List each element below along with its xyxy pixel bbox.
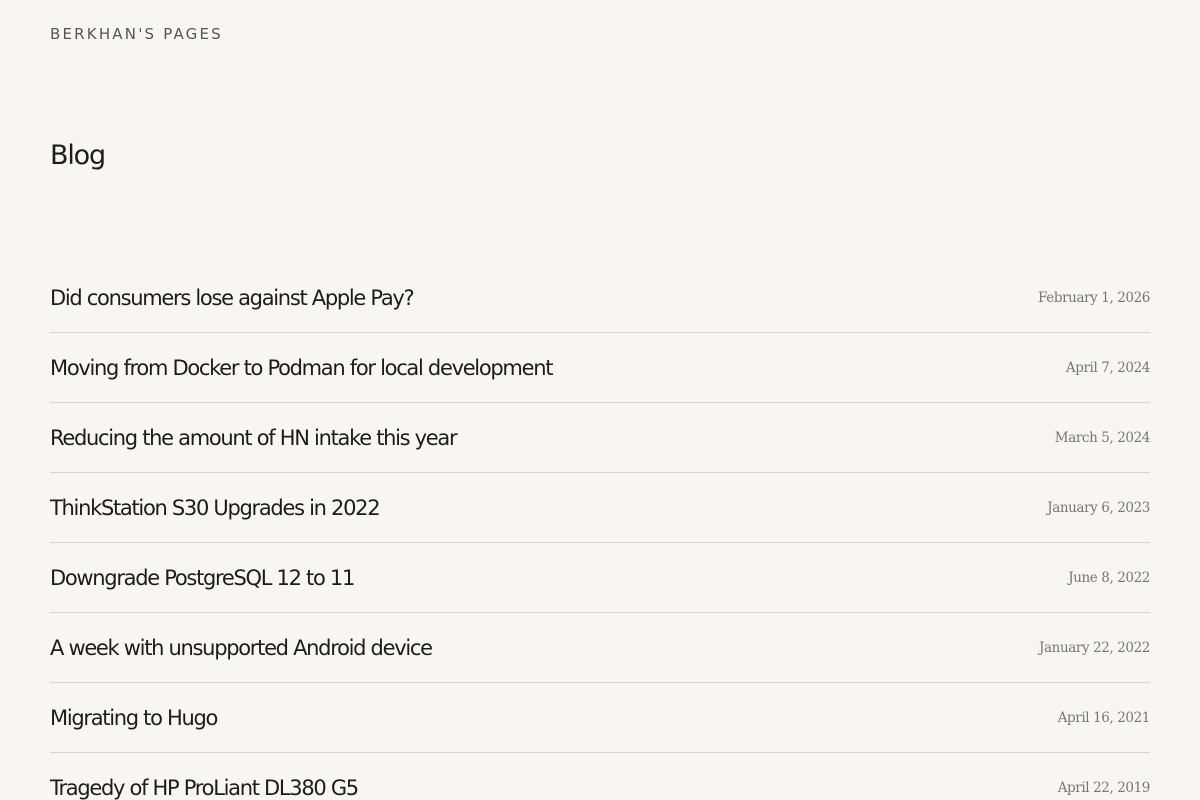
post-row[interactable]: ThinkStation S30 Upgrades in 2022 Januar… bbox=[50, 473, 1150, 543]
post-date: April 22, 2019 bbox=[1057, 779, 1151, 796]
post-date: June 8, 2022 bbox=[1068, 569, 1150, 586]
post-title-link[interactable]: Moving from Docker to Podman for local d… bbox=[50, 356, 553, 380]
post-title-link[interactable]: Downgrade PostgreSQL 12 to 11 bbox=[50, 566, 355, 590]
post-title-link[interactable]: Did consumers lose against Apple Pay? bbox=[50, 286, 415, 310]
post-title-link[interactable]: ThinkStation S30 Upgrades in 2022 bbox=[50, 496, 381, 520]
post-row[interactable]: Tragedy of HP ProLiant DL380 G5 April 22… bbox=[50, 753, 1150, 800]
page-title: Blog bbox=[50, 140, 106, 171]
post-date: January 6, 2023 bbox=[1047, 499, 1150, 516]
post-date: April 7, 2024 bbox=[1065, 359, 1151, 376]
post-title-link[interactable]: Tragedy of HP ProLiant DL380 G5 bbox=[50, 776, 359, 800]
post-title-link[interactable]: A week with unsupported Android device bbox=[50, 636, 433, 660]
post-date: February 1, 2026 bbox=[1038, 289, 1150, 306]
post-date: March 5, 2024 bbox=[1054, 429, 1151, 446]
post-row[interactable]: Reducing the amount of HN intake this ye… bbox=[50, 403, 1150, 473]
post-row[interactable]: Moving from Docker to Podman for local d… bbox=[50, 333, 1150, 403]
post-row[interactable]: Did consumers lose against Apple Pay? Fe… bbox=[50, 263, 1150, 333]
post-title-link[interactable]: Migrating to Hugo bbox=[50, 706, 218, 730]
post-row[interactable]: A week with unsupported Android device J… bbox=[50, 613, 1150, 683]
post-row[interactable]: Downgrade PostgreSQL 12 to 11 June 8, 20… bbox=[50, 543, 1150, 613]
post-list: Did consumers lose against Apple Pay? Fe… bbox=[50, 263, 1150, 800]
site-title-link[interactable]: BERKHAN'S PAGES bbox=[50, 24, 223, 44]
post-row[interactable]: Migrating to Hugo April 16, 2021 bbox=[50, 683, 1150, 753]
post-date: April 16, 2021 bbox=[1057, 709, 1151, 726]
post-title-link[interactable]: Reducing the amount of HN intake this ye… bbox=[50, 426, 458, 450]
post-date: January 22, 2022 bbox=[1039, 639, 1150, 656]
